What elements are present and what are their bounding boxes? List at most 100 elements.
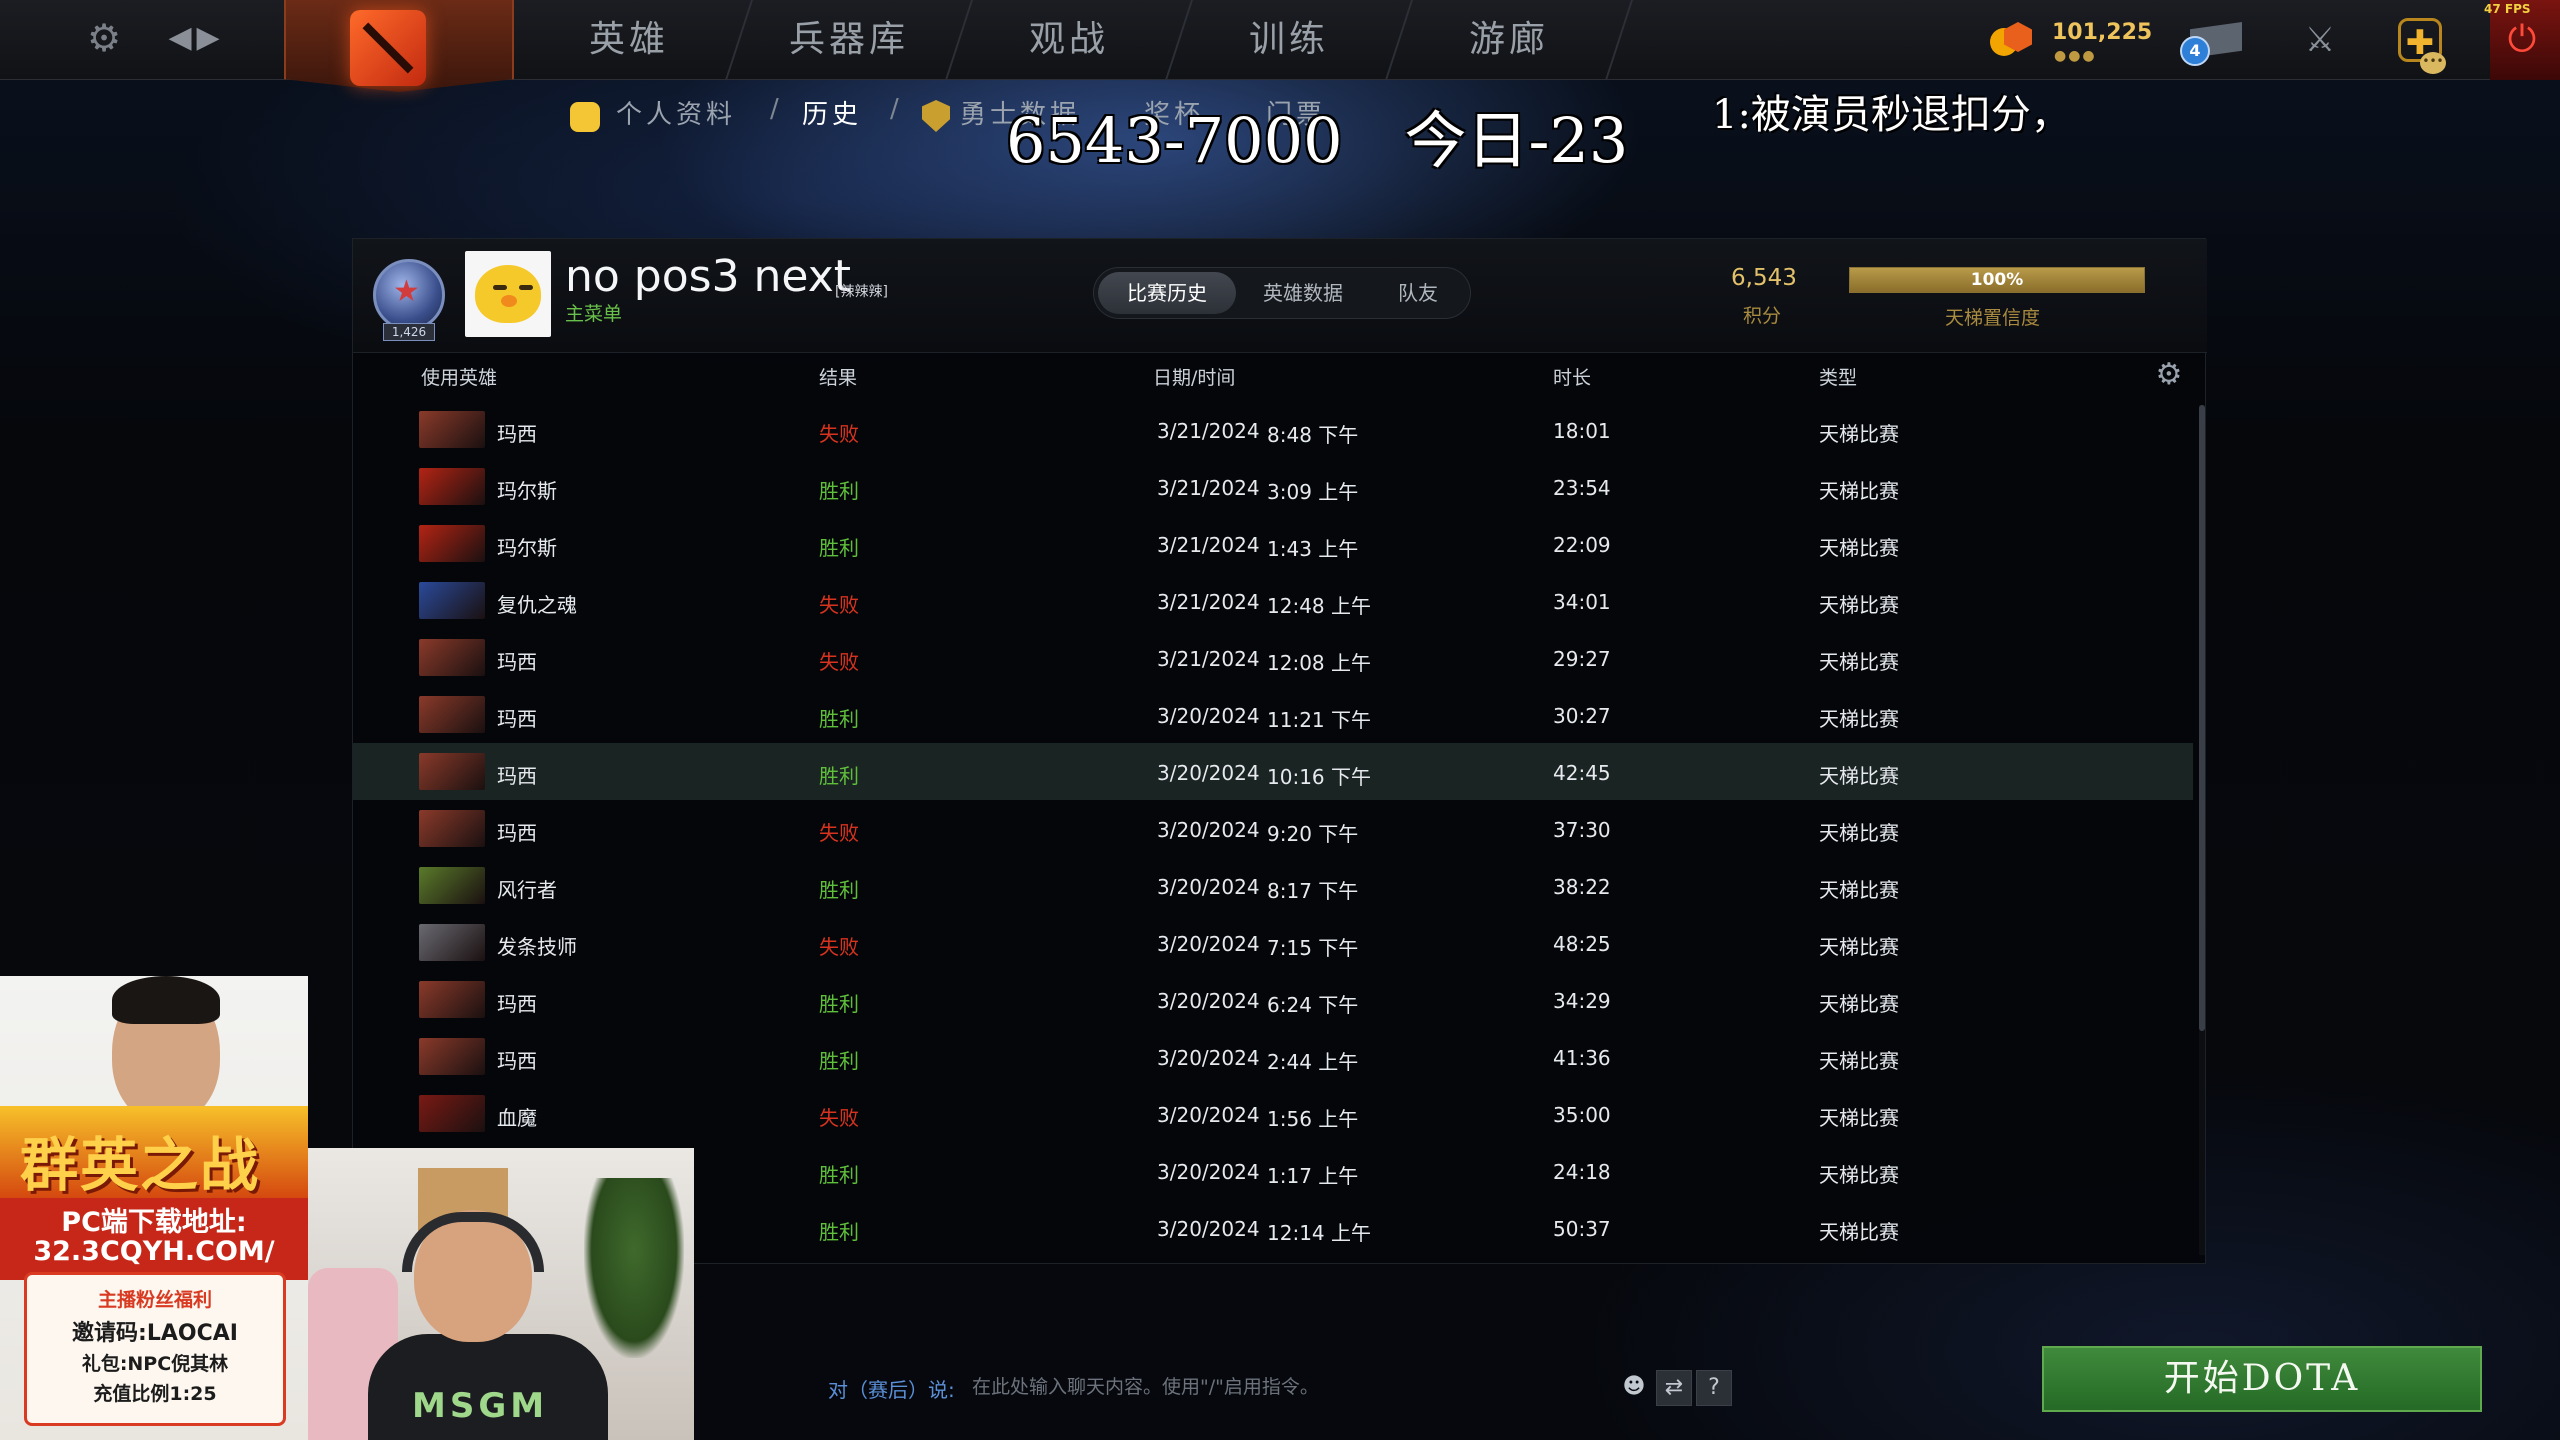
hero-portrait-icon: [419, 582, 485, 619]
hero-name: 玛西: [497, 764, 537, 788]
play-dota-button[interactable]: 开始DOTA: [2042, 1346, 2482, 1412]
hero-portrait-icon: [419, 468, 485, 505]
mail-count-badge: 4: [2180, 36, 2210, 66]
match-duration: 18:01: [1553, 419, 1611, 443]
emoji-icon[interactable]: ☻: [1616, 1370, 1652, 1406]
match-time: 6:24 下午: [1267, 993, 1359, 1017]
subnav-profile[interactable]: 个人资料: [616, 94, 736, 131]
match-duration: 24:18: [1553, 1160, 1611, 1184]
table-settings-gear-icon[interactable]: ⚙: [2153, 359, 2185, 391]
table-row[interactable]: 玛西 胜利 3/20/2024 11:21 下午 30:27 天梯比赛: [353, 686, 2193, 743]
match-type: 天梯比赛: [1819, 422, 1899, 446]
hero-name: 玛西: [497, 422, 537, 446]
table-row[interactable]: 玛西 胜利 3/20/2024 2:44 上午 41:36 天梯比赛: [353, 1028, 2193, 1085]
avatar[interactable]: [465, 251, 551, 337]
hero-portrait-icon: [419, 525, 485, 562]
nav-tab-armory[interactable]: 兵器库: [727, 0, 973, 80]
tab-teammates[interactable]: 队友: [1370, 272, 1466, 314]
match-result: 胜利: [819, 1220, 859, 1244]
dota-logo-icon: [350, 10, 426, 86]
chat-channel-label[interactable]: 对（赛后）说:: [828, 1374, 955, 1403]
match-result: 胜利: [819, 878, 859, 902]
match-duration: 42:45: [1553, 761, 1611, 785]
match-type: 天梯比赛: [1819, 650, 1899, 674]
match-time: 2:44 上午: [1267, 1050, 1359, 1074]
nav-tab-watch[interactable]: 观战: [947, 0, 1193, 80]
subnav-separator: /: [770, 94, 783, 124]
match-type: 天梯比赛: [1819, 821, 1899, 845]
match-date: 3/21/2024: [1157, 533, 1260, 557]
webcam-shirt-text: MSGM: [412, 1386, 549, 1426]
back-arrow-icon[interactable]: ◀: [168, 22, 192, 54]
ad-person-hair: [112, 976, 220, 1024]
match-time: 12:48 上午: [1267, 594, 1371, 618]
hero-name: 玛尔斯: [497, 479, 557, 503]
match-result: 胜利: [819, 536, 859, 560]
match-result: 失败: [819, 1106, 859, 1130]
hero-name: 发条技师: [497, 935, 577, 959]
column-header-datetime[interactable]: 日期/时间: [1153, 363, 1235, 393]
table-row[interactable]: 血魔 失败 3/20/2024 1:56 上午 35:00 天梯比赛: [353, 1085, 2193, 1142]
stream-score-overlay: 6543-7000 今日-23: [1006, 104, 1629, 177]
stream-note-overlay: 1:被演员秒退扣分，: [1712, 92, 2071, 138]
hero-portrait-icon: [419, 411, 485, 448]
inventory-icon[interactable]: ⚔: [2298, 20, 2342, 60]
hero-name: 玛西: [497, 992, 537, 1016]
tab-hero-stats[interactable]: 英雄数据: [1240, 272, 1366, 314]
settings-gear-icon[interactable]: ⚙: [84, 18, 124, 58]
webcam-plant: [584, 1178, 684, 1358]
table-row[interactable]: 玛西 失败 3/21/2024 8:48 下午 18:01 天梯比赛: [353, 401, 2193, 458]
nav-tab-heroes[interactable]: 英雄: [507, 0, 753, 80]
hero-name: 复仇之魂: [497, 593, 577, 617]
match-duration: 38:22: [1553, 875, 1611, 899]
column-header-hero[interactable]: 使用英雄: [421, 363, 497, 393]
match-duration: 41:36: [1553, 1046, 1611, 1070]
shards-icon[interactable]: [1990, 20, 2034, 60]
hero-portrait-icon: [419, 696, 485, 733]
match-time: 8:48 下午: [1267, 423, 1359, 447]
power-icon[interactable]: ⏻: [2500, 18, 2544, 62]
ranked-confidence-label: 天梯置信度: [1945, 307, 2041, 329]
hero-name: 风行者: [497, 878, 557, 902]
table-row[interactable]: 玛尔斯 胜利 3/21/2024 1:43 上午 22:09 天梯比赛: [353, 515, 2193, 572]
match-result: 胜利: [819, 764, 859, 788]
match-duration: 22:09: [1553, 533, 1611, 557]
column-header-result[interactable]: 结果: [819, 363, 857, 393]
nav-tab-learn[interactable]: 训练: [1167, 0, 1413, 80]
table-row[interactable]: 玛西 胜利 3/20/2024 10:16 下午 42:45 天梯比赛: [353, 743, 2193, 800]
table-row[interactable]: 风行者 胜利 3/20/2024 8:17 下午 38:22 天梯比赛: [353, 857, 2193, 914]
help-icon[interactable]: ?: [1696, 1370, 1732, 1406]
table-row[interactable]: 玛西 胜利 3/20/2024 6:24 下午 34:29 天梯比赛: [353, 971, 2193, 1028]
forward-arrow-icon[interactable]: ▶: [196, 22, 220, 54]
match-type: 天梯比赛: [1819, 1163, 1899, 1187]
match-type: 天梯比赛: [1819, 764, 1899, 788]
history-view-switch: 比赛历史 英雄数据 队友: [1093, 267, 1471, 319]
tab-match-history[interactable]: 比赛历史: [1098, 272, 1236, 314]
player-status: 主菜单: [565, 303, 623, 325]
match-result: 胜利: [819, 479, 859, 503]
webcam-overlay: MSGM: [308, 1148, 694, 1440]
table-row[interactable]: 发条技师 失败 3/20/2024 7:15 下午 48:25 天梯比赛: [353, 914, 2193, 971]
shards-dots: ●●●: [2054, 48, 2097, 64]
match-type: 天梯比赛: [1819, 479, 1899, 503]
hero-name: 玛西: [497, 707, 537, 731]
hero-portrait-icon: [419, 753, 485, 790]
table-row[interactable]: 玛尔斯 胜利 3/21/2024 3:09 上午 23:54 天梯比赛: [353, 458, 2193, 515]
table-row[interactable]: 玛西 失败 3/21/2024 12:08 上午 29:27 天梯比赛: [353, 629, 2193, 686]
match-date: 3/21/2024: [1157, 590, 1260, 614]
chat-wheel-icon[interactable]: ⇄: [1656, 1370, 1692, 1406]
table-row[interactable]: 复仇之魂 失败 3/21/2024 12:48 上午 34:01 天梯比赛: [353, 572, 2193, 629]
column-header-duration[interactable]: 时长: [1553, 363, 1591, 393]
match-date: 3/20/2024: [1157, 989, 1260, 1013]
scrollbar-thumb[interactable]: [2199, 405, 2205, 1031]
match-duration: 34:29: [1553, 989, 1611, 1013]
nav-tab-arcade[interactable]: 游廊: [1387, 0, 1633, 80]
guild-tag: [辣辣辣]: [835, 284, 888, 300]
chat-input[interactable]: [972, 1370, 1612, 1404]
column-header-type[interactable]: 类型: [1819, 363, 1857, 393]
subnav-history[interactable]: 历史: [802, 94, 862, 131]
match-duration: 37:30: [1553, 818, 1611, 842]
match-time: 12:08 上午: [1267, 651, 1371, 675]
table-row[interactable]: 玛西 失败 3/20/2024 9:20 下午 37:30 天梯比赛: [353, 800, 2193, 857]
match-result: 胜利: [819, 707, 859, 731]
